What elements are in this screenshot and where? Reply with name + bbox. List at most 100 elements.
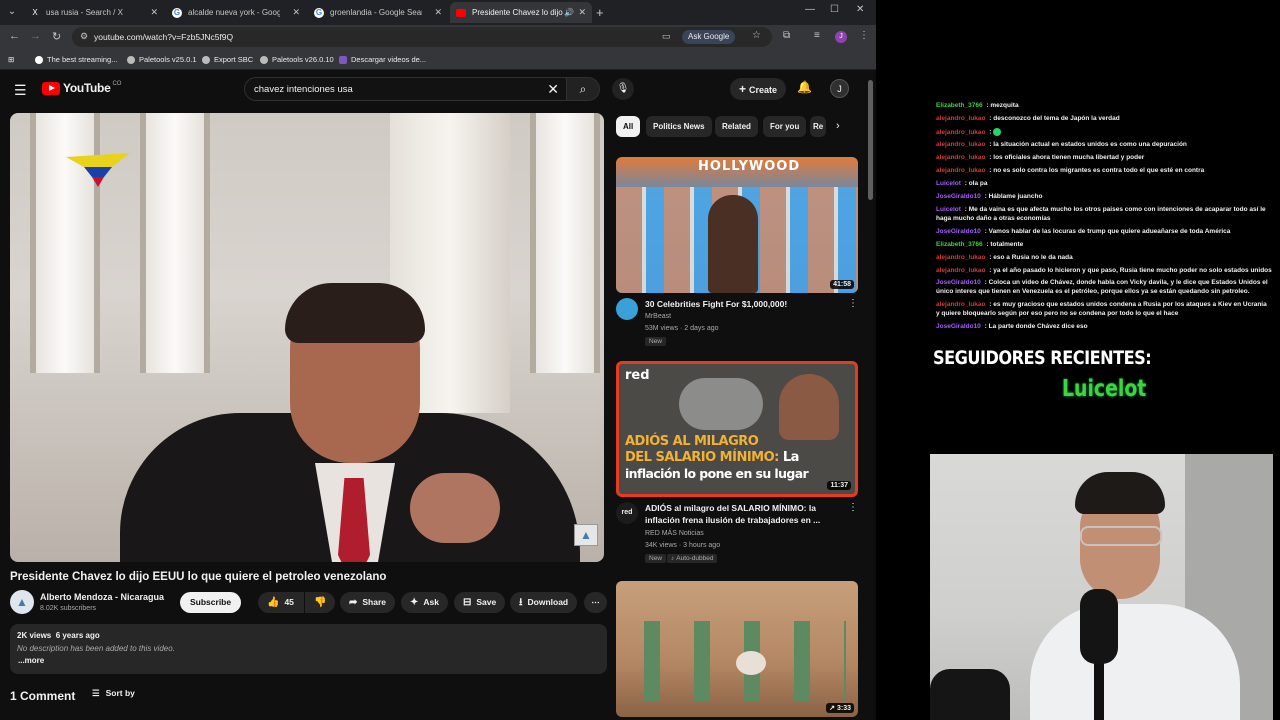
tab-strip: ⌄ X usa rusia - Search / X ✕ G alcalde n… bbox=[0, 0, 876, 25]
webcam-streamer-glasses bbox=[1080, 526, 1162, 546]
account-avatar[interactable]: J bbox=[830, 79, 849, 98]
new-tab-button[interactable]: + bbox=[596, 5, 604, 20]
channel-avatar[interactable]: red bbox=[616, 502, 638, 524]
create-button[interactable]: + Create bbox=[730, 78, 787, 100]
recommendation-thumbnail[interactable]: red ADIÓS AL MILAGRO DEL SALARIO MÍNIMO:… bbox=[616, 361, 858, 497]
chat-username: JoseGiraldo10 bbox=[936, 279, 981, 287]
dislike-button[interactable]: 👎 bbox=[305, 592, 335, 613]
chat-text: la situación actual en estados unidos es… bbox=[993, 141, 1187, 149]
close-window-icon[interactable]: ✕ bbox=[856, 4, 864, 15]
chat-username: alejandro_lukao bbox=[936, 128, 986, 136]
tab-groenlandia-search[interactable]: G groenlandia - Google Search ✕ bbox=[308, 2, 448, 23]
hamburger-menu-icon[interactable]: ☰ bbox=[14, 82, 27, 99]
auto-dubbed-label: Auto-dubbed bbox=[676, 555, 714, 562]
close-icon[interactable]: ✕ bbox=[578, 7, 586, 18]
recent-followers-title: SEGUIDORES RECIENTES: bbox=[933, 347, 1152, 369]
chat-text: los oficiales ahora tienen mucha liberta… bbox=[993, 154, 1145, 162]
comments-count: 1 Comment bbox=[10, 689, 76, 703]
page-scrollbar[interactable] bbox=[868, 80, 873, 200]
sort-label: Sort by bbox=[105, 688, 135, 698]
chip-all[interactable]: All bbox=[616, 116, 641, 137]
chip-related[interactable]: Related bbox=[715, 116, 758, 137]
chat-username: JoseGiraldo10 bbox=[936, 193, 981, 201]
reload-icon[interactable]: ↻ bbox=[52, 30, 61, 43]
chat-text: mezquita bbox=[990, 102, 1019, 109]
bookmark-item[interactable]: Paletools v25.0.1 bbox=[127, 55, 197, 65]
channel-avatar[interactable] bbox=[616, 298, 638, 320]
site-info-icon[interactable]: ⚙ bbox=[80, 31, 88, 42]
close-icon[interactable]: ✕ bbox=[434, 7, 442, 18]
apps-icon[interactable]: ⊞ bbox=[8, 55, 14, 64]
minimize-icon[interactable]: — bbox=[805, 4, 815, 15]
bookmark-item[interactable]: Descargar videos de... bbox=[339, 55, 426, 65]
more-vertical-icon[interactable]: ⋮ bbox=[848, 298, 858, 309]
recommendation-thumbnail[interactable]: ↗ 3:33 bbox=[616, 581, 858, 717]
chat-text: no es solo contra los migrantes es contr… bbox=[993, 167, 1205, 175]
search-input[interactable]: chavez intenciones usa ✕ bbox=[244, 77, 568, 101]
forward-icon[interactable]: → bbox=[30, 30, 41, 42]
bookmark-item[interactable]: Export SBC bbox=[202, 55, 253, 65]
save-label: Save bbox=[476, 597, 497, 607]
clear-search-icon[interactable]: ✕ bbox=[547, 81, 559, 98]
chat-text: ya el año pasado lo hicieron y que paso,… bbox=[993, 266, 1272, 274]
address-bar[interactable]: ⚙ youtube.com/watch?v=Fzb5JNc5f9Q ▭ Ask … bbox=[72, 27, 772, 47]
shorts-icon: ↗ bbox=[829, 705, 835, 712]
subscribe-button[interactable]: Subscribe bbox=[180, 592, 242, 613]
video-player[interactable]: ▲ bbox=[10, 113, 604, 562]
chip-for-you[interactable]: For you bbox=[763, 116, 807, 137]
bookmark-star-icon[interactable]: ☆ bbox=[752, 30, 761, 41]
menu-icon[interactable]: ⋮ bbox=[859, 30, 869, 41]
channel-avatar[interactable]: ▲ bbox=[10, 590, 34, 614]
extensions-icon[interactable]: ⧉ bbox=[783, 30, 790, 41]
like-button[interactable]: 👍 45 bbox=[258, 592, 304, 613]
uploader-watermark-icon[interactable]: ▲ bbox=[574, 524, 598, 546]
speaker-icon[interactable]: 🔊 bbox=[564, 8, 574, 17]
recommendation-channel[interactable]: RED MÁS Noticias bbox=[645, 530, 704, 537]
channel-name[interactable]: Alberto Mendoza - Nicaragua bbox=[40, 592, 164, 602]
more-horizontal-icon: ⋯ bbox=[591, 597, 600, 607]
google-icon: G bbox=[314, 7, 324, 18]
show-more-link[interactable]: ...more bbox=[18, 656, 44, 665]
chevron-right-icon[interactable]: › bbox=[836, 120, 840, 132]
share-button[interactable]: ➦ Share bbox=[340, 592, 396, 613]
tab-x-search[interactable]: X usa rusia - Search / X ✕ bbox=[24, 2, 164, 23]
back-icon[interactable]: ← bbox=[9, 30, 20, 42]
save-button[interactable]: ⊟ Save bbox=[454, 592, 506, 613]
recommendation-title[interactable]: ADIÓS al milagro del SALARIO MÍNIMO: la … bbox=[645, 502, 840, 526]
chip-partial[interactable]: Re bbox=[810, 116, 826, 137]
recommendation-thumbnail[interactable]: HOLLYWOOD 41:58 bbox=[616, 157, 858, 293]
thumbnail-caption-line3: inflación lo pone en su lugar bbox=[625, 466, 809, 481]
search-button[interactable]: ⌕ bbox=[566, 77, 600, 101]
media-icon[interactable]: ≡ bbox=[814, 30, 820, 41]
tab-youtube-video[interactable]: Presidente Chavez lo dijo EEUU 🔊 ✕ bbox=[450, 2, 592, 23]
tab-search-icon[interactable]: ⌄ bbox=[4, 4, 20, 20]
description-box[interactable]: 2K views 6 years ago No description has … bbox=[10, 624, 607, 674]
chat-message: JoseGiraldo10 : Vamos hablar de las locu… bbox=[936, 228, 1272, 237]
download-button[interactable]: ⭳ Download bbox=[510, 592, 578, 613]
recommendation-title[interactable]: 30 Celebrities Fight For $1,000,000! bbox=[645, 298, 840, 310]
sort-comments-button[interactable]: ☰ Sort by bbox=[92, 688, 135, 699]
cast-icon[interactable]: ▭ bbox=[662, 31, 671, 42]
recommendation-channel[interactable]: MrBeast bbox=[645, 313, 671, 320]
maximize-icon[interactable]: ☐ bbox=[830, 4, 839, 15]
notifications-bell-icon[interactable]: 🔔 bbox=[797, 80, 812, 94]
bookmark-item[interactable]: Paletools v26.0.10 bbox=[260, 55, 334, 65]
close-icon[interactable]: ✕ bbox=[292, 7, 300, 18]
profile-avatar[interactable]: J bbox=[835, 31, 847, 43]
youtube-header: ☰ YouTube CO chavez intenciones usa ✕ ⌕ … bbox=[0, 70, 876, 108]
more-vertical-icon[interactable]: ⋮ bbox=[848, 502, 858, 513]
chat-username: Luicelot bbox=[936, 180, 961, 188]
close-icon[interactable]: ✕ bbox=[150, 7, 158, 18]
ask-button[interactable]: ✦ Ask bbox=[401, 592, 448, 613]
tab-label: Presidente Chavez lo dijo EEUU bbox=[472, 8, 564, 17]
ask-google-button[interactable]: Ask Google bbox=[682, 30, 736, 44]
chip-politics-news[interactable]: Politics News bbox=[646, 116, 712, 137]
bookmark-item[interactable]: The best streaming... bbox=[35, 55, 117, 65]
bookmark-favicon-icon bbox=[127, 56, 135, 65]
video-frame-hand bbox=[410, 473, 500, 543]
voice-search-button[interactable]: 🎙 bbox=[612, 78, 634, 100]
youtube-logo[interactable]: YouTube CO bbox=[42, 81, 121, 95]
thumbnail-brand: red bbox=[625, 368, 650, 383]
tab-alcalde-search[interactable]: G alcalde nueva york - Google Search ✕ bbox=[166, 2, 306, 23]
more-actions-button[interactable]: ⋯ bbox=[584, 592, 607, 613]
